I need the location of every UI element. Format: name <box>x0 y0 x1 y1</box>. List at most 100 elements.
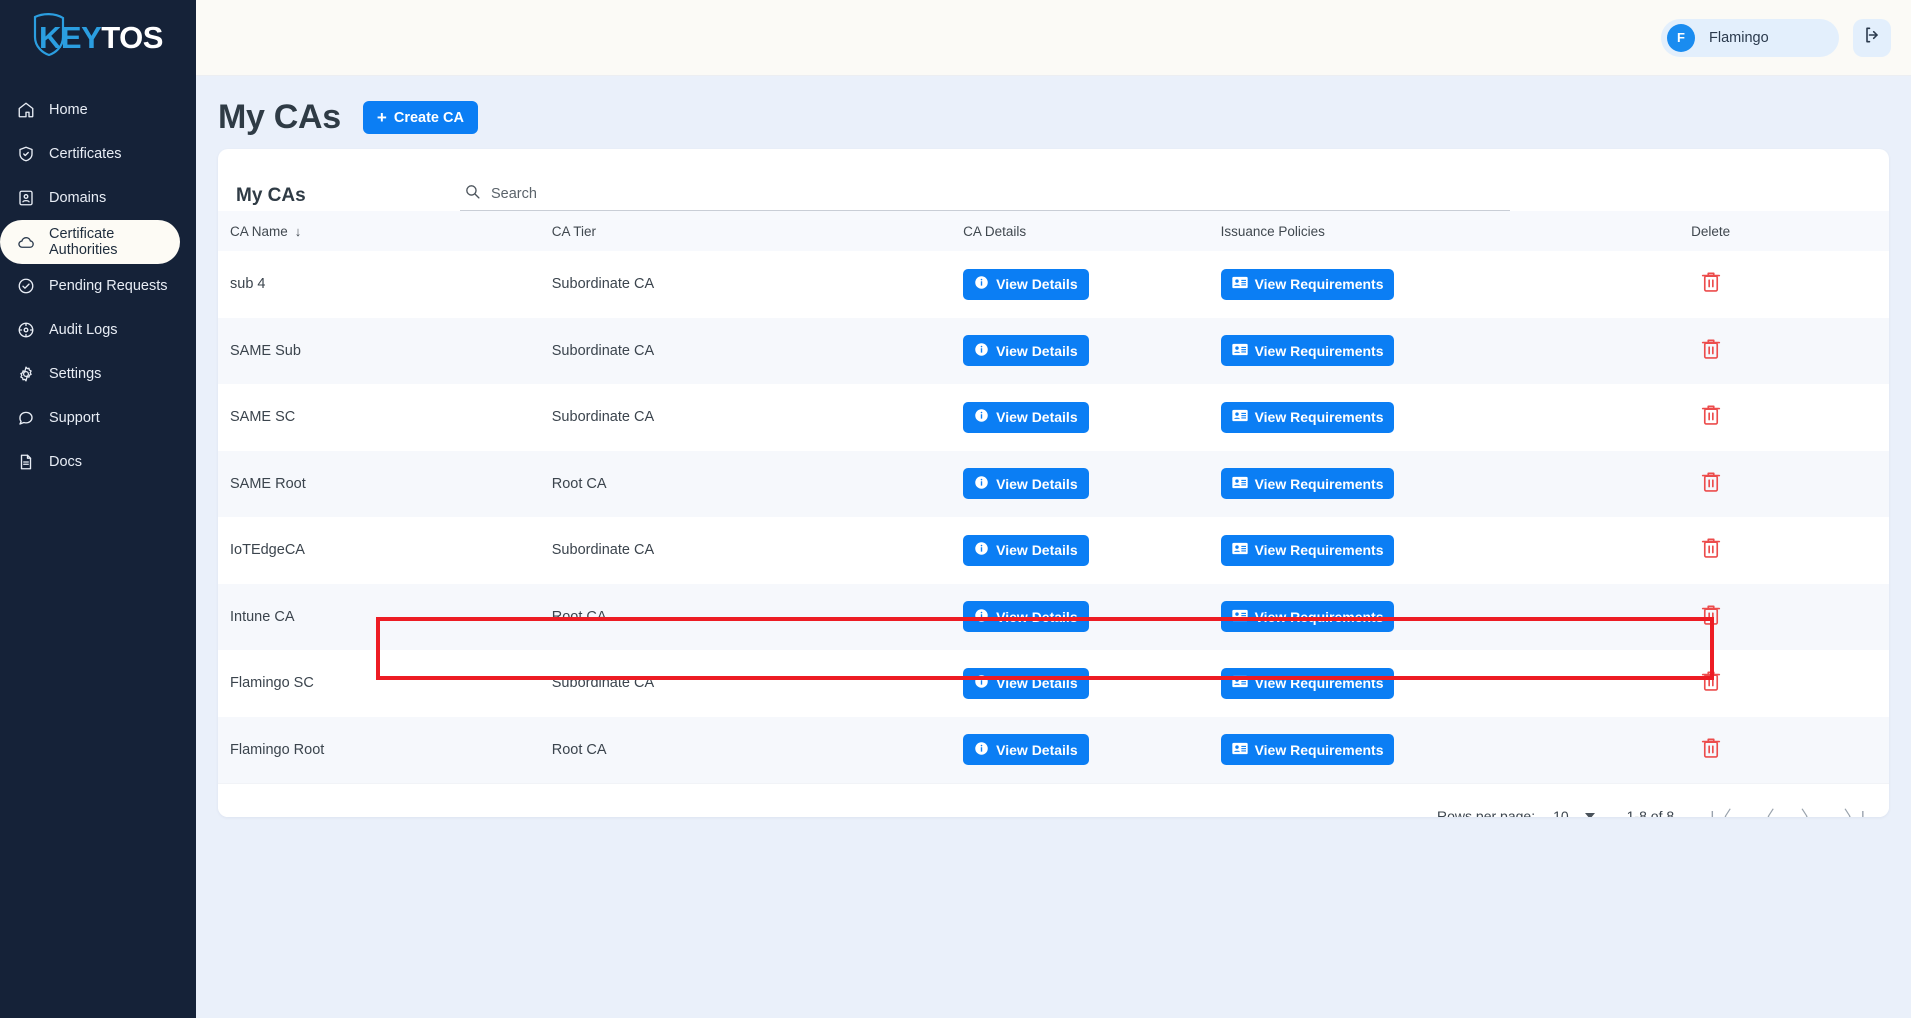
id-card-icon <box>1232 409 1248 425</box>
trash-icon[interactable] <box>1700 669 1722 693</box>
view-requirements-button[interactable]: View Requirements <box>1221 668 1395 699</box>
cell-ca-name: Flamingo Root <box>218 717 540 784</box>
id-card-icon <box>1232 742 1248 758</box>
column-header-ca-details[interactable]: CA Details <box>963 211 1220 251</box>
sidebar-item-docs[interactable]: Docs <box>0 440 196 484</box>
cell-delete <box>1532 650 1889 717</box>
table-row-highlighted[interactable]: Intune CA Root CA View Details <box>218 584 1889 651</box>
sidebar-item-certificate-authorities[interactable]: Certificate Authorities <box>0 220 180 264</box>
sidebar-item-label: Pending Requests <box>49 278 168 294</box>
shield-icon <box>31 11 67 62</box>
column-header-ca-name[interactable]: CA Name↓ <box>218 211 540 251</box>
content: My CAs + Create CA My CAs <box>196 76 1911 1018</box>
view-details-button[interactable]: View Details <box>963 468 1088 499</box>
table-row[interactable]: SAME Root Root CA View Details <box>218 451 1889 518</box>
cell-issuance-policies: View Requirements <box>1221 650 1533 717</box>
cell-delete <box>1532 717 1889 784</box>
table-row[interactable]: sub 4 Subordinate CA View Details <box>218 251 1889 318</box>
trash-icon[interactable] <box>1700 470 1722 494</box>
column-header-ca-tier[interactable]: CA Tier <box>540 211 963 251</box>
sidebar-item-settings[interactable]: Settings <box>0 352 196 396</box>
user-profile-chip[interactable]: F Flamingo <box>1661 19 1839 57</box>
ca-table-head: CA Name↓ CA Tier CA Details Issuance Pol… <box>218 211 1889 251</box>
my-cas-card: My CAs CA Name↓ CA Ti <box>218 149 1889 817</box>
view-details-button[interactable]: View Details <box>963 535 1088 566</box>
ca-table: CA Name↓ CA Tier CA Details Issuance Pol… <box>218 211 1889 783</box>
last-page-button[interactable]: 〉| <box>1844 803 1865 817</box>
table-row[interactable]: IoTEdgeCA Subordinate CA View Details <box>218 517 1889 584</box>
view-requirements-button[interactable]: View Requirements <box>1221 734 1395 765</box>
sidebar-item-pending-requests[interactable]: Pending Requests <box>0 264 196 308</box>
trash-icon[interactable] <box>1700 603 1722 627</box>
info-icon <box>974 475 989 493</box>
id-card-icon <box>1232 675 1248 691</box>
sidebar-item-domains[interactable]: Domains <box>0 176 196 220</box>
info-icon <box>974 342 989 360</box>
cell-delete <box>1532 584 1889 651</box>
trash-icon[interactable] <box>1700 736 1722 760</box>
user-name-label: Flamingo <box>1709 30 1769 46</box>
rows-per-page-value: 10 <box>1553 808 1569 818</box>
info-icon <box>974 741 989 759</box>
trash-icon[interactable] <box>1700 270 1722 294</box>
brand-logo[interactable]: KEYTOS <box>0 0 196 76</box>
rows-per-page-select[interactable]: 10 <box>1553 808 1595 818</box>
cell-ca-details: View Details <box>963 384 1220 451</box>
trash-icon[interactable] <box>1700 536 1722 560</box>
cell-ca-details: View Details <box>963 584 1220 651</box>
view-requirements-button[interactable]: View Requirements <box>1221 535 1395 566</box>
sidebar-item-certificates[interactable]: Certificates <box>0 132 196 176</box>
table-row[interactable]: Flamingo Root Root CA View Details <box>218 717 1889 784</box>
view-requirements-button[interactable]: View Requirements <box>1221 468 1395 499</box>
first-page-button[interactable]: |〈 <box>1710 803 1731 817</box>
cell-ca-details: View Details <box>963 251 1220 318</box>
view-requirements-label: View Requirements <box>1255 409 1384 425</box>
logout-button[interactable] <box>1853 19 1891 57</box>
cell-ca-details: View Details <box>963 451 1220 518</box>
sidebar-item-audit-logs[interactable]: Audit Logs <box>0 308 196 352</box>
view-requirements-button[interactable]: View Requirements <box>1221 402 1395 433</box>
trash-icon[interactable] <box>1700 403 1722 427</box>
sidebar-item-label: Support <box>49 410 100 426</box>
previous-page-button[interactable]: 〈 <box>1758 803 1775 817</box>
pagination-controls: |〈 〈 〉 〉| <box>1710 803 1865 817</box>
view-details-button[interactable]: View Details <box>963 335 1088 366</box>
create-ca-button-label: Create CA <box>394 110 464 126</box>
cell-ca-details: View Details <box>963 318 1220 385</box>
view-requirements-button[interactable]: View Requirements <box>1221 335 1395 366</box>
id-card-icon <box>1232 476 1248 492</box>
view-requirements-label: View Requirements <box>1255 476 1384 492</box>
view-details-button[interactable]: View Details <box>963 601 1088 632</box>
table-header-row: CA Name↓ CA Tier CA Details Issuance Pol… <box>218 211 1889 251</box>
sidebar-item-label: Settings <box>49 366 101 382</box>
info-icon <box>974 408 989 426</box>
view-requirements-button[interactable]: View Requirements <box>1221 269 1395 300</box>
sort-descending-icon[interactable]: ↓ <box>295 224 302 239</box>
cell-delete <box>1532 517 1889 584</box>
next-page-button[interactable]: 〉 <box>1801 803 1818 817</box>
view-details-button[interactable]: View Details <box>963 668 1088 699</box>
cell-ca-tier: Subordinate CA <box>540 384 963 451</box>
view-details-label: View Details <box>996 675 1077 691</box>
check-circle-icon <box>16 276 36 296</box>
table-row[interactable]: SAME SC Subordinate CA View Details <box>218 384 1889 451</box>
table-row[interactable]: Flamingo SC Subordinate CA View Details <box>218 650 1889 717</box>
trash-icon[interactable] <box>1700 337 1722 361</box>
sidebar-item-home[interactable]: Home <box>0 88 196 132</box>
view-details-label: View Details <box>996 742 1077 758</box>
view-details-button[interactable]: View Details <box>963 734 1088 765</box>
search-box[interactable] <box>460 183 1510 211</box>
cell-issuance-policies: View Requirements <box>1221 451 1533 518</box>
view-requirements-button[interactable]: View Requirements <box>1221 601 1395 632</box>
view-details-button[interactable]: View Details <box>963 402 1088 433</box>
column-header-issuance-policies[interactable]: Issuance Policies <box>1221 211 1533 251</box>
shield-check-icon <box>16 144 36 164</box>
search-input[interactable] <box>491 186 1506 202</box>
sidebar-item-support[interactable]: Support <box>0 396 196 440</box>
view-details-button[interactable]: View Details <box>963 269 1088 300</box>
create-ca-button[interactable]: + Create CA <box>363 101 478 134</box>
sidebar: KEYTOS Home Certificates <box>0 0 196 1018</box>
column-header-delete[interactable]: Delete <box>1532 211 1889 251</box>
table-row[interactable]: SAME Sub Subordinate CA View Details <box>218 318 1889 385</box>
cell-ca-tier: Subordinate CA <box>540 650 963 717</box>
